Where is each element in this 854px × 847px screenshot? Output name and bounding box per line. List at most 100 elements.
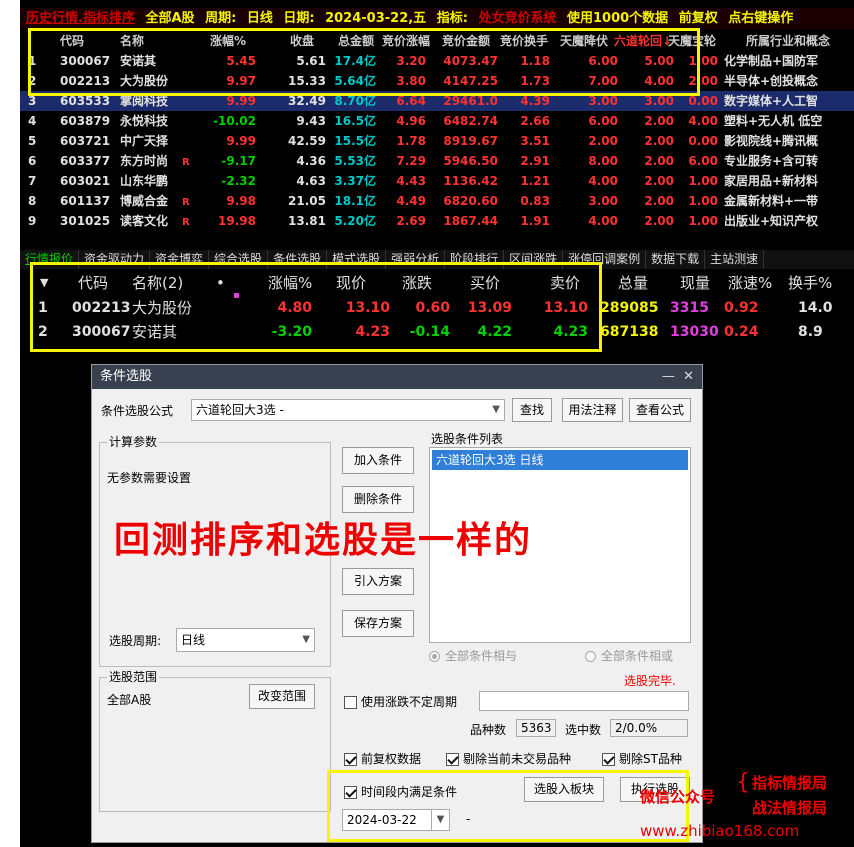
date-picker[interactable]: 2024-03-22 ▼ bbox=[342, 809, 450, 831]
tab-2[interactable]: 资金博弈 bbox=[150, 250, 210, 269]
column-header[interactable]: 换手% bbox=[788, 270, 832, 296]
header-market[interactable]: 全部A股 bbox=[145, 11, 194, 26]
table-cell: 4073.47 bbox=[443, 54, 498, 68]
column-header[interactable]: 天魔降伏 bbox=[560, 31, 608, 51]
table-cell: 0.60 bbox=[415, 300, 450, 316]
column-header[interactable]: 六道轮回↓ bbox=[614, 31, 672, 51]
table-row[interactable]: 1 002213 大为股份 4.80 13.10 0.60 13.09 13.10 289085… bbox=[20, 296, 854, 320]
tab-5[interactable]: 模式选股 bbox=[327, 250, 387, 269]
table-row[interactable]: 5 603721 中广天择 9.99 42.59 15.5亿 1.78 8919.67 3.51… bbox=[20, 131, 854, 151]
column-header[interactable]: • bbox=[216, 270, 225, 296]
find-button[interactable]: 查找 bbox=[512, 398, 552, 422]
header-indicator-value[interactable]: 处女竞价系统 bbox=[478, 11, 556, 26]
fq-checkbox[interactable]: 前复权数据 bbox=[344, 750, 421, 767]
table-cell: 7 bbox=[28, 174, 37, 188]
table-row[interactable]: 9 301025 读客文化 19.98 13.81 5.20亿 2.69 1867.44 1.9… bbox=[20, 211, 854, 231]
column-header[interactable]: 买价 bbox=[470, 270, 500, 296]
column-header[interactable]: 涨跌 bbox=[402, 270, 432, 296]
table-cell: 出版业+知识产权 bbox=[724, 214, 819, 228]
tab-6[interactable]: 强弱分析 bbox=[386, 250, 446, 269]
column-header[interactable]: 涨幅% bbox=[210, 31, 246, 51]
tab-10[interactable]: 数据下载 bbox=[646, 250, 706, 269]
radio-or[interactable]: 全部条件相或 bbox=[585, 647, 673, 664]
column-header[interactable]: 所属行业和概念 bbox=[746, 31, 830, 51]
tab-3[interactable]: 综合选股 bbox=[209, 250, 269, 269]
column-header[interactable]: 天魔宝轮 bbox=[668, 31, 716, 51]
table-cell: 0.00 bbox=[688, 134, 718, 148]
delete-condition-button[interactable]: 删除条件 bbox=[342, 486, 414, 513]
table-row[interactable]: 6 603377 东方时尚 -9.17 4.36 5.53亿 7.29 5946.50 2.91… bbox=[20, 151, 854, 171]
uncertain-period-checkbox[interactable]: 使用涨跌不定周期 bbox=[344, 693, 457, 710]
table-cell: 0.83 bbox=[520, 194, 550, 208]
sort-arrow-icon[interactable]: ▼ bbox=[40, 270, 48, 296]
table-row[interactable]: 7 603021 山东华鹏 -2.32 4.63 3.37亿 4.43 1136.42 1.21… bbox=[20, 171, 854, 191]
header-date-value[interactable]: 2024-03-22,五 bbox=[325, 11, 426, 26]
table-row[interactable]: 8 601137 博威合金 9.98 21.05 18.1亿 4.49 6820.60 0.83… bbox=[20, 191, 854, 211]
uncertain-period-field[interactable] bbox=[479, 691, 689, 711]
table-cell: 32.49 bbox=[288, 94, 326, 108]
exclude-st-checkbox[interactable]: 剔除ST品种 bbox=[602, 750, 682, 767]
table-cell: 1 bbox=[38, 300, 48, 316]
tab-11[interactable]: 主站测速 bbox=[705, 250, 765, 269]
column-header[interactable]: 代码 bbox=[78, 270, 108, 296]
column-header[interactable]: 竞价换手 bbox=[500, 31, 548, 51]
table-row[interactable]: 1 300067 安诺其 5.45 5.61 17.4亿 3.20 4073.47 1.18 6.… bbox=[20, 51, 854, 71]
table-cell: 0.92 bbox=[724, 300, 759, 316]
tab-7[interactable]: 阶段排行 bbox=[445, 250, 505, 269]
exclude-untraded-checkbox[interactable]: 剔除当前未交易品种 bbox=[446, 750, 571, 767]
table-cell: 4.00 bbox=[588, 174, 618, 188]
column-header[interactable]: 名称 bbox=[120, 31, 144, 51]
timerange-checkbox[interactable]: 时间段内满足条件 bbox=[344, 783, 457, 800]
table-row[interactable]: 2 300067 安诺其 -3.20 4.23 -0.14 4.22 4.23 687138 13… bbox=[20, 320, 854, 344]
table-cell: 4.00 bbox=[688, 114, 718, 128]
radio-and[interactable]: 全部条件相与 bbox=[429, 647, 517, 664]
table-cell: -3.20 bbox=[271, 324, 312, 340]
tab-1[interactable]: 资金驱动力 bbox=[79, 250, 151, 269]
table-cell: 2.91 bbox=[520, 154, 550, 168]
column-header[interactable]: 代码 bbox=[60, 31, 84, 51]
table-cell: 1.00 bbox=[688, 174, 718, 188]
table-cell: 4.80 bbox=[277, 300, 312, 316]
column-header[interactable]: 名称(2) bbox=[132, 270, 183, 296]
condition-list-item[interactable]: 六道轮回大3选 日线 bbox=[432, 450, 688, 470]
table-cell: 9.43 bbox=[296, 114, 326, 128]
table-row[interactable]: 3 603533 掌阅科技 9.99 32.49 8.70亿 6.64 29461.0 4.39… bbox=[20, 91, 854, 111]
column-header[interactable]: 总金额 bbox=[338, 31, 374, 51]
table-row[interactable]: 2 002213 大为股份 9.97 15.33 5.64亿 3.80 4147.25 1.73… bbox=[20, 71, 854, 91]
column-header[interactable]: 竞价涨幅 bbox=[382, 31, 430, 51]
minimize-icon[interactable]: — bbox=[662, 369, 675, 384]
column-header[interactable]: 现价 bbox=[336, 270, 366, 296]
table-cell: 1.78 bbox=[396, 134, 426, 148]
table-cell: 3.51 bbox=[520, 134, 550, 148]
save-plan-button[interactable]: 保存方案 bbox=[342, 610, 414, 637]
checkbox-checked-icon bbox=[446, 753, 459, 766]
table-row[interactable]: 4 603879 永悦科技 -10.02 9.43 16.5亿 4.96 6482.74 2.6… bbox=[20, 111, 854, 131]
chevron-down-icon: ▼ bbox=[431, 810, 449, 830]
column-header[interactable]: 竞价金额 bbox=[442, 31, 490, 51]
tab-0[interactable]: 行情报价 bbox=[20, 250, 80, 269]
column-header[interactable]: 卖价 bbox=[550, 270, 580, 296]
view-formula-button[interactable]: 查看公式 bbox=[629, 398, 691, 422]
column-header[interactable]: 涨速% bbox=[728, 270, 772, 296]
table-cell: 大为股份 bbox=[120, 74, 169, 88]
add-to-block-button[interactable]: 选股入板块 bbox=[524, 777, 604, 802]
period-select[interactable]: 日线 ▼ bbox=[176, 628, 315, 652]
import-plan-button[interactable]: 引入方案 bbox=[342, 568, 414, 595]
table-cell: 3.20 bbox=[396, 54, 426, 68]
table-cell: 2.00 bbox=[644, 134, 674, 148]
tab-9[interactable]: 涨停回调案例 bbox=[563, 250, 647, 269]
condition-select-dialog: 条件选股 — ✕ 条件选股公式 六道轮回大3选 - ▼ 查找 用法注释 查看公式… bbox=[91, 364, 703, 843]
column-header[interactable]: 涨幅% bbox=[268, 270, 312, 296]
tab-4[interactable]: 条件选股 bbox=[268, 250, 328, 269]
tab-8[interactable]: 区间涨跌 bbox=[504, 250, 564, 269]
formula-select[interactable]: 六道轮回大3选 - ▼ bbox=[191, 399, 505, 421]
column-header[interactable]: 总量 bbox=[618, 270, 648, 296]
change-range-button[interactable]: 改变范围 bbox=[249, 684, 315, 709]
usage-note-button[interactable]: 用法注释 bbox=[562, 398, 623, 422]
add-condition-button[interactable]: 加入条件 bbox=[342, 447, 414, 474]
header-period-value[interactable]: 日线 bbox=[247, 11, 273, 26]
column-header[interactable]: 收盘 bbox=[290, 31, 314, 51]
close-icon[interactable]: ✕ bbox=[683, 369, 694, 384]
table-cell: 603021 bbox=[60, 174, 111, 188]
column-header[interactable]: 现量 bbox=[680, 270, 710, 296]
